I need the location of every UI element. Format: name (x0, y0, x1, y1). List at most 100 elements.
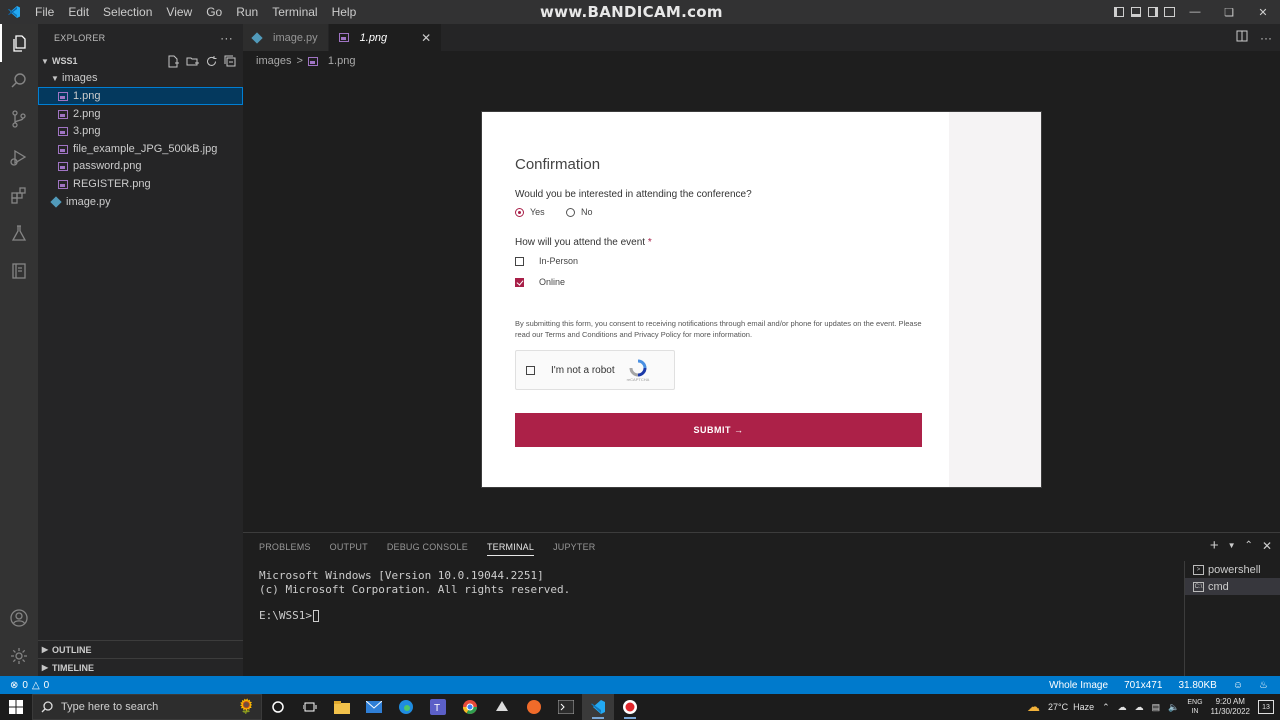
source-control-icon[interactable] (0, 100, 38, 138)
tab-image-py[interactable]: image.py (243, 24, 329, 51)
cloud-icon[interactable]: ☁ (1135, 702, 1144, 713)
panel-tabs: PROBLEMS OUTPUT DEBUG CONSOLE TERMINAL J… (259, 533, 595, 561)
run-debug-icon[interactable] (0, 138, 38, 176)
file-label: 3.png (73, 125, 101, 137)
tab-debug-console[interactable]: DEBUG CONSOLE (387, 542, 468, 552)
terminal-app-icon[interactable] (550, 694, 582, 720)
taskbar-search[interactable]: Type here to search 🌻 (32, 694, 262, 720)
language-indicator[interactable]: ENG IN (1187, 698, 1202, 716)
menu-selection[interactable]: Selection (96, 0, 159, 24)
task-view-icon[interactable] (294, 694, 326, 720)
tab-output[interactable]: OUTPUT (330, 542, 368, 552)
toggle-secondary-sidebar-icon[interactable] (1144, 0, 1161, 24)
menu-help[interactable]: Help (325, 0, 364, 24)
menu-view[interactable]: View (159, 0, 199, 24)
tab-problems[interactable]: PROBLEMS (259, 542, 311, 552)
testing-icon[interactable] (0, 214, 38, 252)
chevron-down-icon[interactable]: ▼ (1228, 541, 1236, 550)
menu-go[interactable]: Go (199, 0, 229, 24)
terminal-output[interactable]: Microsoft Windows [Version 10.0.19044.22… (259, 569, 570, 623)
tab-1-png[interactable]: 1.png ✕ (328, 24, 443, 51)
file-explorer-icon[interactable] (326, 694, 358, 720)
windows-start-icon[interactable] (0, 694, 32, 720)
bell-icon[interactable]: ♨ (1259, 680, 1268, 691)
app-icon[interactable] (486, 694, 518, 720)
onedrive-icon[interactable]: ☁ (1118, 702, 1127, 713)
submit-button-image: SUBMIT → (515, 413, 922, 447)
close-panel-icon[interactable]: ✕ (1262, 539, 1272, 553)
teams-icon[interactable]: T (422, 694, 454, 720)
tab-jupyter[interactable]: JUPYTER (553, 542, 595, 552)
close-tab-icon[interactable]: ✕ (421, 31, 431, 45)
terminal-cmd[interactable]: C:\ cmd (1185, 578, 1280, 595)
volume-icon[interactable]: 🔈 (1168, 702, 1179, 713)
chevron-down-icon: ▼ (51, 73, 59, 83)
file-3-png[interactable]: 3.png (38, 122, 243, 140)
file-example-jpg[interactable]: file_example_JPG_500kB.jpg (38, 140, 243, 158)
notebook-icon[interactable] (0, 252, 38, 290)
bandicam-icon[interactable] (614, 694, 646, 720)
toggle-panel-icon[interactable] (1127, 0, 1144, 24)
breadcrumb: images > 1.png (256, 53, 355, 69)
new-folder-icon[interactable] (185, 54, 199, 68)
restore-icon[interactable]: ❏ (1212, 0, 1246, 24)
folder-images[interactable]: ▼ images (38, 69, 243, 87)
postman-icon[interactable] (518, 694, 550, 720)
new-file-icon[interactable] (166, 54, 180, 68)
file-image-py[interactable]: image.py (38, 193, 243, 211)
settings-gear-icon[interactable] (0, 637, 38, 675)
menu-bar: File Edit Selection View Go Run Terminal… (28, 0, 363, 24)
breadcrumb-folder[interactable]: images (256, 55, 291, 67)
mail-icon[interactable] (358, 694, 390, 720)
explorer-more-actions[interactable]: ··· (220, 31, 233, 45)
notification-icon[interactable]: 13 (1258, 700, 1274, 714)
outline-label: OUTLINE (52, 644, 92, 655)
close-window-icon[interactable]: ✕ (1246, 0, 1280, 24)
menu-file[interactable]: File (28, 0, 61, 24)
network-icon[interactable]: ▤ (1152, 702, 1161, 713)
search-icon (41, 701, 53, 713)
split-editor-icon[interactable] (1236, 30, 1248, 45)
search-icon[interactable] (0, 62, 38, 100)
checkbox-empty-icon (515, 256, 524, 266)
chrome-icon[interactable] (454, 694, 486, 720)
radio-selected-icon (515, 207, 524, 217)
edge-icon[interactable] (390, 694, 422, 720)
terminal-powershell[interactable]: > powershell (1185, 561, 1280, 578)
question-attend-mode-text: How will you attend the event (515, 237, 646, 248)
explorer-icon[interactable] (0, 24, 38, 62)
account-icon[interactable] (0, 599, 38, 637)
clock[interactable]: 9:20 AM 11/30/2022 (1211, 697, 1250, 717)
minimize-icon[interactable]: — (1178, 0, 1212, 24)
zoom-status[interactable]: Whole Image (1049, 680, 1108, 691)
customize-layout-icon[interactable] (1161, 0, 1178, 24)
recaptcha-brand: reCAPTCHA (626, 376, 650, 382)
menu-edit[interactable]: Edit (61, 0, 96, 24)
vscode-taskbar-icon[interactable] (582, 694, 614, 720)
workspace-folder[interactable]: ▼ WSS1 (38, 52, 243, 70)
file-1-png[interactable]: 1.png (38, 87, 243, 105)
outline-section[interactable]: ▶ OUTLINE (38, 640, 243, 658)
collapse-all-icon[interactable] (223, 54, 237, 68)
more-actions-icon[interactable]: ··· (1260, 31, 1272, 45)
menu-terminal[interactable]: Terminal (265, 0, 324, 24)
feedback-icon[interactable]: ☺ (1233, 680, 1243, 691)
file-register-png[interactable]: REGISTER.png (38, 175, 243, 193)
new-terminal-icon[interactable]: + (1210, 537, 1219, 554)
warning-icon: △ (31, 679, 40, 691)
refresh-icon[interactable] (204, 54, 218, 68)
extensions-icon[interactable] (0, 176, 38, 214)
cortana-icon[interactable] (262, 694, 294, 720)
file-password-png[interactable]: password.png (38, 157, 243, 175)
maximize-panel-icon[interactable]: ⌃ (1245, 540, 1253, 551)
weather-text[interactable]: 27°C Haze (1048, 702, 1094, 712)
file-2-png[interactable]: 2.png (38, 105, 243, 123)
timeline-section[interactable]: ▶ TIMELINE (38, 658, 243, 676)
menu-run[interactable]: Run (229, 0, 265, 24)
checkbox-online-label: Online (539, 277, 566, 287)
tab-terminal[interactable]: TERMINAL (486, 542, 535, 556)
problems-status[interactable]: ⊗ 0 △ 0 (0, 680, 49, 691)
breadcrumb-file[interactable]: 1.png (328, 55, 356, 67)
chevron-up-icon[interactable]: ⌃ (1102, 702, 1110, 713)
toggle-sidebar-icon[interactable] (1110, 0, 1127, 24)
